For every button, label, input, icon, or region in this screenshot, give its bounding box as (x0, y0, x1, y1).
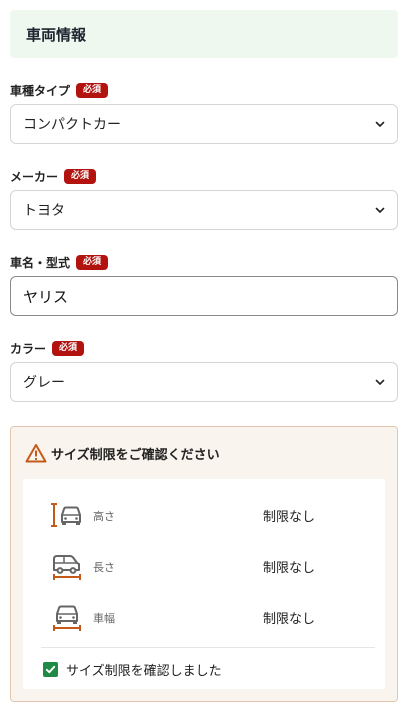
confirm-size-row[interactable]: サイズ制限を確認しました (43, 660, 222, 679)
limit-value-length: 制限なし (263, 561, 316, 576)
checkmark-icon (45, 665, 56, 674)
vehicle-type-label: 車種タイプ (10, 84, 71, 98)
height-icon (51, 503, 81, 527)
limit-row-height: 高さ 制限なし (23, 495, 385, 535)
color-select[interactable]: グレー (10, 362, 398, 402)
chevron-down-icon (375, 121, 385, 127)
vehicle-type-label-row: 車種タイプ 必須 (10, 82, 109, 99)
model-input[interactable]: ヤリス (10, 276, 398, 316)
confirm-label: サイズ制限を確認しました (66, 664, 222, 679)
size-restriction-notice: サイズ制限をご確認ください 高さ 制限なし 長さ 制限なし 車幅 制限なし サイ… (10, 426, 398, 702)
chevron-down-icon (375, 207, 385, 213)
width-icon (53, 605, 81, 631)
limit-name-width: 車幅 (93, 612, 115, 625)
size-limits-card: 高さ 制限なし 長さ 制限なし 車幅 制限なし サイズ制限を確認しました (23, 479, 385, 689)
limit-name-height: 高さ (93, 510, 115, 523)
maker-select[interactable]: トヨタ (10, 190, 398, 230)
limit-row-width: 車幅 制限なし (23, 597, 385, 637)
model-label: 車名・型式 (10, 256, 71, 270)
confirm-checkbox[interactable] (43, 662, 58, 677)
vehicle-type-select[interactable]: コンパクトカー (10, 104, 398, 144)
section-header: 車両情報 (10, 10, 398, 58)
maker-label-row: メーカー 必須 (10, 168, 97, 185)
warning-icon (25, 444, 47, 463)
required-badge: 必須 (64, 169, 97, 184)
maker-value: トヨタ (23, 203, 65, 219)
limit-value-height: 制限なし (263, 510, 316, 525)
limit-name-length: 長さ (93, 561, 115, 574)
notice-header: サイズ制限をご確認ください (25, 443, 220, 463)
model-label-row: 車名・型式 必須 (10, 254, 109, 271)
length-icon (53, 555, 81, 580)
notice-title: サイズ制限をご確認ください (51, 447, 220, 463)
chevron-down-icon (375, 379, 385, 385)
vehicle-type-value: コンパクトカー (23, 117, 121, 133)
required-badge: 必須 (76, 255, 109, 270)
required-badge: 必須 (52, 341, 85, 356)
color-value: グレー (23, 375, 65, 391)
color-label-row: カラー 必須 (10, 340, 85, 357)
section-title: 車両情報 (26, 25, 87, 44)
limit-value-width: 制限なし (263, 612, 316, 627)
divider (41, 647, 375, 648)
model-value: ヤリス (23, 287, 69, 306)
limit-row-length: 長さ 制限なし (23, 546, 385, 586)
color-label: カラー (10, 342, 47, 356)
required-badge: 必須 (76, 83, 109, 98)
maker-label: メーカー (10, 170, 59, 184)
